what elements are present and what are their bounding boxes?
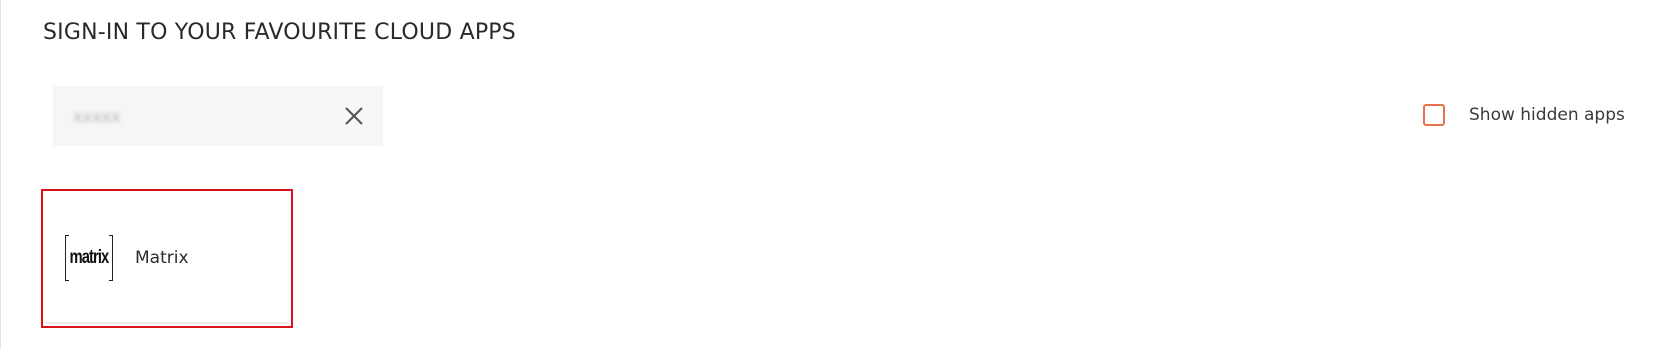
logo-right-bracket: [109, 234, 113, 281]
show-hidden-apps-checkbox[interactable]: [1423, 104, 1445, 126]
cloud-apps-page: SIGN-IN TO YOUR FAVOURITE CLOUD APPS Sho…: [0, 0, 1672, 348]
app-logo-text: matrix: [69, 246, 110, 268]
close-icon: [345, 107, 363, 125]
show-hidden-apps-label: Show hidden apps: [1469, 105, 1625, 125]
app-tile-content: matrix Matrix: [45, 193, 289, 324]
app-tile-matrix[interactable]: matrix Matrix: [41, 189, 293, 328]
page-title: SIGN-IN TO YOUR FAVOURITE CLOUD APPS: [43, 20, 516, 45]
logo-left-bracket: [65, 234, 69, 281]
app-name: Matrix: [135, 247, 189, 268]
matrix-logo-icon: matrix: [65, 234, 113, 281]
clear-search-button[interactable]: [341, 103, 367, 129]
search-box[interactable]: [53, 86, 383, 146]
search-input[interactable]: [73, 106, 313, 126]
show-hidden-apps-toggle[interactable]: Show hidden apps: [1423, 104, 1625, 126]
